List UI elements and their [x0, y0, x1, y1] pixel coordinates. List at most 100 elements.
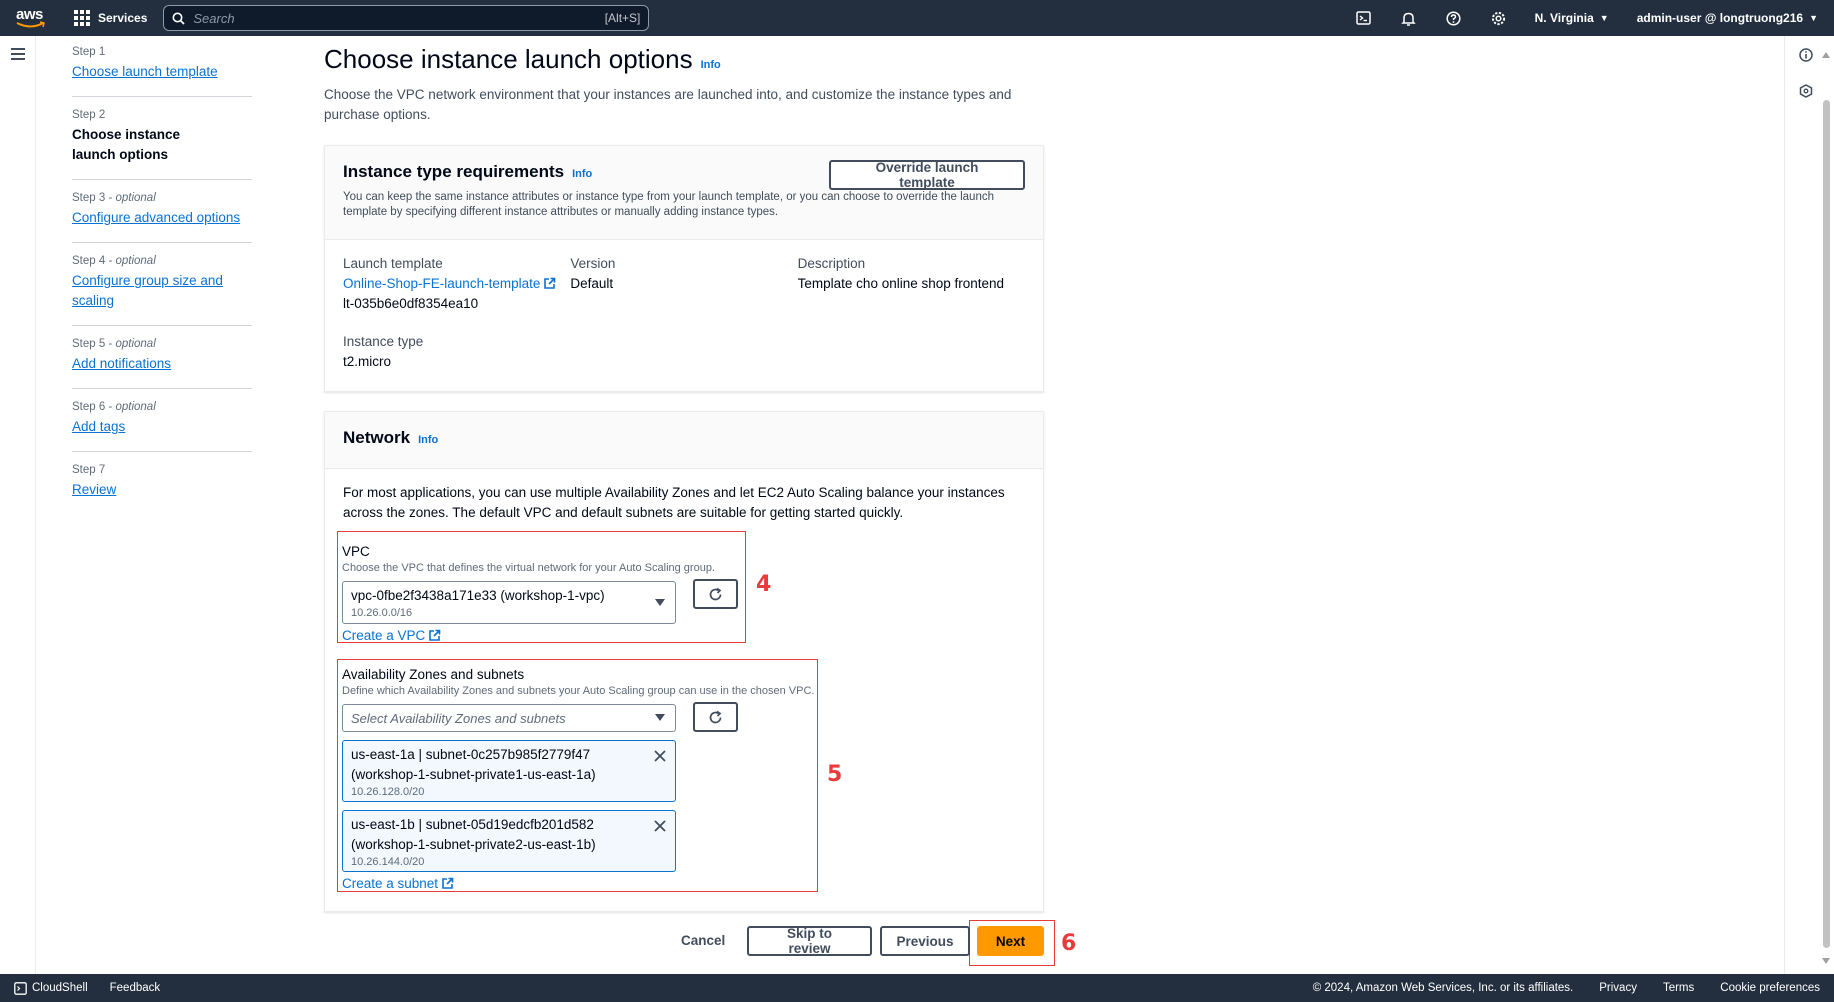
- description-label: Description: [797, 256, 866, 271]
- cancel-button[interactable]: Cancel: [681, 933, 725, 948]
- info-link[interactable]: Info: [418, 434, 438, 446]
- launch-template-field: Launch template Online-Shop-FE-launch-te…: [343, 254, 570, 314]
- version-value: Default: [570, 276, 614, 291]
- skip-to-review-button[interactable]: Skip to review: [747, 926, 872, 956]
- step-3: Step 3 - optional Configure advanced opt…: [72, 192, 252, 243]
- caret-down-icon: ▼: [1809, 13, 1818, 23]
- instance-type-value: t2.micro: [343, 354, 392, 369]
- step-label: Step 7: [72, 464, 106, 476]
- search-placeholder: Search: [193, 10, 235, 26]
- terminal-icon: [14, 981, 27, 995]
- step-link-configure-advanced-options[interactable]: Configure advanced options: [72, 208, 252, 228]
- annotation-number-4: 4: [756, 572, 772, 597]
- step-link-review[interactable]: Review: [72, 480, 252, 500]
- step-label: Step 6 - optional: [72, 401, 156, 413]
- wizard-steps: Step 1 Choose launch template Step 2 Cho…: [72, 46, 252, 526]
- step-7: Step 7 Review: [72, 464, 252, 514]
- bell-icon: [1400, 12, 1416, 26]
- description-field: Description Template cho online shop fro…: [798, 254, 1025, 314]
- hexagon-icon[interactable]: [1799, 84, 1813, 98]
- account-menu[interactable]: admin-user @ longtruong216 ▼: [1637, 11, 1818, 25]
- step-label: Step 3 - optional: [72, 192, 156, 204]
- page-title: Choose instance launch options Info: [324, 44, 1044, 75]
- feedback-label: Feedback: [109, 982, 161, 994]
- gear-icon: [1491, 11, 1505, 25]
- step-5: Step 5 - optional Add notifications: [72, 338, 252, 389]
- step-2: Step 2 Choose instance launch options: [72, 109, 252, 180]
- instance-type-field: Instance type t2.micro: [343, 332, 1025, 372]
- scrollbar-thumb[interactable]: [1823, 100, 1830, 948]
- version-label: Version: [570, 256, 616, 271]
- step-label: Step 5 - optional: [72, 338, 156, 350]
- scroll-up-arrow[interactable]: [1822, 52, 1830, 58]
- console-footer: CloudShell Feedback © 2024, Amazon Web S…: [0, 974, 1834, 1002]
- settings-button[interactable]: [1476, 0, 1521, 36]
- step-label: Step 2: [72, 109, 106, 121]
- search-icon: [172, 12, 186, 25]
- copyright-text: © 2024, Amazon Web Services, Inc. or its…: [1312, 982, 1574, 994]
- cloudshell-footer-button[interactable]: CloudShell: [14, 981, 88, 995]
- terms-link[interactable]: Terms: [1663, 982, 1694, 994]
- cloudshell-label: CloudShell: [32, 982, 88, 994]
- next-button[interactable]: Next: [977, 926, 1044, 956]
- help-icon: [1446, 10, 1461, 26]
- step-4: Step 4 - optional Configure group size a…: [72, 255, 252, 326]
- panel-description: You can keep the same instance attribute…: [343, 191, 994, 218]
- annotation-box-vpc: [337, 531, 746, 643]
- step-link-configure-group-size[interactable]: Configure group size and scaling: [72, 271, 232, 311]
- aws-logo[interactable]: aws: [16, 6, 48, 30]
- previous-button[interactable]: Previous: [880, 926, 970, 956]
- launch-template-link[interactable]: Online-Shop-FE-launch-template: [343, 274, 570, 294]
- top-navigation: aws Services Search [Alt+S] N. Virginia …: [0, 0, 1834, 36]
- page-description: Choose the VPC network environment that …: [324, 87, 1012, 122]
- search-shortcut: [Alt+S]: [604, 11, 641, 25]
- account-label: admin-user @ longtruong216: [1636, 11, 1804, 25]
- services-label: Services: [98, 11, 148, 25]
- step-current-title: Choose instance launch options: [72, 127, 181, 162]
- grid-icon: [74, 10, 90, 26]
- instance-type-requirements-panel: Instance type requirements Info Override…: [324, 145, 1044, 392]
- panel-header: Network Info: [325, 412, 1043, 469]
- annotation-number-6: 6: [1061, 931, 1077, 956]
- privacy-link[interactable]: Privacy: [1599, 982, 1637, 994]
- version-field: Version Default: [570, 254, 797, 314]
- step-6: Step 6 - optional Add tags: [72, 401, 252, 452]
- external-link-icon: [544, 277, 556, 289]
- cookie-preferences-link[interactable]: Cookie preferences: [1720, 982, 1820, 994]
- search-input[interactable]: Search [Alt+S]: [163, 5, 650, 31]
- launch-template-details: Launch template Online-Shop-FE-launch-te…: [325, 240, 1043, 386]
- notifications-button[interactable]: [1386, 0, 1431, 36]
- menu-icon[interactable]: [11, 48, 25, 63]
- step-label: Step 4 - optional: [72, 255, 156, 267]
- region-selector[interactable]: N. Virginia ▼: [1535, 11, 1609, 25]
- step-link-add-notifications[interactable]: Add notifications: [72, 354, 252, 374]
- panel-title: Network Info: [343, 428, 439, 447]
- network-description: For most applications, you can use multi…: [343, 485, 1005, 520]
- terminal-icon: [1355, 11, 1371, 25]
- info-icon[interactable]: [1799, 48, 1813, 62]
- cloudshell-button[interactable]: [1341, 0, 1386, 36]
- caret-down-icon: ▼: [1599, 13, 1609, 23]
- step-link-choose-launch-template[interactable]: Choose launch template: [72, 62, 252, 82]
- info-link[interactable]: Info: [701, 59, 721, 71]
- launch-template-id: lt-035b6e0df8354ea10: [343, 296, 479, 311]
- description-value: Template cho online shop frontend: [797, 276, 1005, 291]
- services-menu-button[interactable]: Services: [74, 10, 147, 26]
- annotation-number-5: 5: [827, 762, 843, 787]
- panel-header: Instance type requirements Info Override…: [325, 146, 1043, 240]
- help-button[interactable]: [1431, 0, 1476, 36]
- step-1: Step 1 Choose launch template: [72, 46, 252, 97]
- side-navigation-rail: [0, 36, 36, 974]
- launch-template-label: Launch template: [343, 256, 443, 271]
- step-label: Step 1: [72, 46, 106, 58]
- region-label: N. Virginia: [1534, 11, 1594, 25]
- override-launch-template-button[interactable]: Override launch template: [829, 160, 1025, 190]
- info-link[interactable]: Info: [572, 168, 592, 180]
- annotation-box-az: [337, 659, 818, 892]
- step-link-add-tags[interactable]: Add tags: [72, 417, 252, 437]
- scroll-down-arrow[interactable]: [1822, 958, 1830, 964]
- page-title-text: Choose instance launch options: [324, 44, 693, 74]
- network-body: For most applications, you can use multi…: [325, 469, 1043, 537]
- feedback-button[interactable]: Feedback: [110, 982, 161, 994]
- instance-type-label: Instance type: [343, 334, 424, 349]
